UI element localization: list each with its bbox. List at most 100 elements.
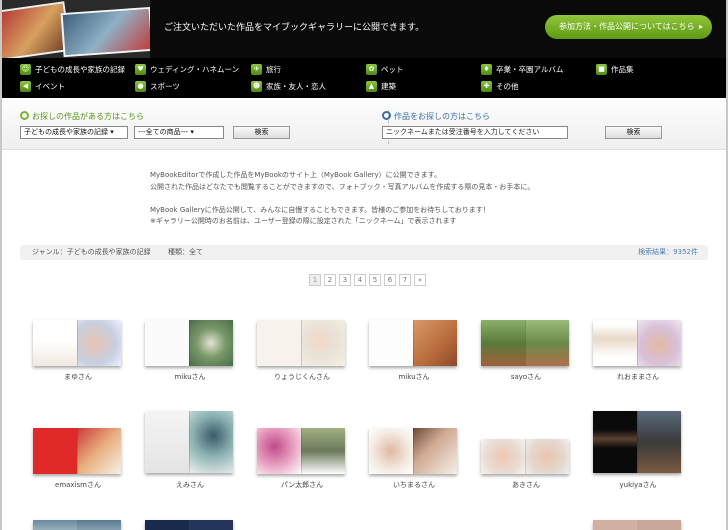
genre-label: 卒業・卒園アルバム (496, 65, 564, 74)
name-search-button[interactable]: 検索 (605, 126, 662, 139)
genre-search-title: お探しの作品がある方はこちら (20, 111, 144, 122)
author-name: まゆさん (64, 373, 92, 381)
next-page-link[interactable]: » (414, 274, 426, 286)
name-search-title-text: 作品をお探しの方はこちら (394, 112, 490, 121)
genre-label: 作品集 (611, 65, 634, 74)
genre-item-graduation[interactable]: ♦ 卒業・卒園アルバム (481, 63, 563, 77)
photobook-thumbnail[interactable] (145, 320, 233, 366)
author-name: sayoさん (510, 373, 542, 381)
how-to-participate-label: 参加方法・作品公開についてはこちら (559, 22, 695, 31)
family-icon: ☻ (251, 81, 262, 92)
author-name: れおままさん (617, 373, 659, 381)
page-2-link[interactable]: 2 (324, 274, 336, 286)
intro-line: MyBookEditorで作成した作品をMyBookのサイト上（MyBook G… (150, 171, 441, 179)
genre-search-title-text: お探しの作品がある方はこちら (32, 112, 144, 121)
genre-label: スポーツ (150, 82, 180, 91)
genre-item-travel[interactable]: ✈ 旅行 (251, 63, 281, 77)
photobook-thumbnail[interactable] (593, 520, 681, 530)
wedding-icon: ♥ (135, 64, 146, 75)
photobook-thumbnail[interactable] (593, 320, 681, 366)
result-type-label: 種類：全て (168, 248, 203, 256)
photobook-thumbnail[interactable] (593, 411, 681, 473)
author-name: mikuさん (174, 373, 206, 381)
page-6-link[interactable]: 6 (384, 274, 396, 286)
genre-item-family[interactable]: ☻ 家族・友人・恋人 (251, 80, 326, 94)
genre-label: 家族・友人・恋人 (266, 82, 326, 91)
genre-item-child[interactable]: ☺ 子どもの成長や家族の記録 (20, 63, 125, 77)
genre-label: ウェディング・ハネムーン (150, 65, 240, 74)
other-icon: ✚ (481, 81, 492, 92)
page-5-link[interactable]: 5 (369, 274, 381, 286)
photobook-thumbnail[interactable] (33, 520, 121, 530)
genre-select[interactable]: 子どもの成長や家族の記録 ▾ (20, 126, 128, 139)
author-name: いちまるさん (393, 481, 435, 489)
photobook-thumbnail[interactable] (481, 439, 569, 474)
photobook-thumbnail[interactable] (369, 428, 457, 474)
pet-icon: ✿ (366, 64, 377, 75)
photobook-thumbnail[interactable] (145, 411, 233, 473)
genre-item-portfolio[interactable]: ■ 作品集 (596, 63, 634, 77)
name-search-title: 作品をお探しの方はこちら (382, 111, 490, 122)
photobook-thumbnail[interactable] (257, 320, 345, 366)
genre-nav: ☺ 子どもの成長や家族の記録 ♥ ウェディング・ハネムーン ✈ 旅行 ✿ ペット ♦ 卒業… (2, 58, 726, 98)
intro-line: MyBook Galleryに作品公開して、みんなに自慢することもできます。皆様… (150, 205, 490, 214)
how-to-participate-button[interactable]: 参加方法・作品公開についてはこちら ▸ (545, 15, 712, 39)
product-select[interactable]: ---全ての商品--- ▾ (134, 126, 224, 139)
author-name: パン太郎さん (280, 481, 324, 489)
photobook-thumbnail[interactable] (369, 320, 457, 366)
portfolio-icon: ■ (596, 64, 607, 75)
nickname-search-input[interactable]: ニックネームまたは受注番号を入力してください (382, 126, 568, 139)
genre-label: その他 (496, 82, 519, 91)
author-name: mikuさん (398, 373, 430, 381)
child-icon: ☺ (20, 64, 31, 75)
genre-item-architecture[interactable]: ▲ 建築 (366, 80, 396, 94)
product-select-value: ---全ての商品--- (138, 128, 189, 136)
photobook-thumbnail[interactable] (257, 428, 345, 474)
result-bar: ジャンル：子どもの成長や家族の記録 種類：全て 検索結果：9352件 (20, 245, 708, 260)
genre-item-wedding[interactable]: ♥ ウェディング・ハネムーン (135, 63, 239, 77)
banner-book-right (60, 6, 150, 58)
architecture-icon: ▲ (366, 81, 377, 92)
header-banner: ご注文いただいた作品をマイブックギャラリーに公開できます。 参加方法・作品公開に… (2, 0, 726, 58)
genre-label: ペット (381, 65, 404, 74)
genre-label: 建築 (381, 82, 396, 91)
author-name: りょうじくんさん (274, 373, 330, 381)
intro-line: 公開された作品はどなたでも閲覧することができますので、フォトブック・写真アルバム… (150, 182, 535, 191)
author-name: emaxismさん (55, 481, 101, 489)
banner-photobook-image (2, 0, 150, 58)
genre-search-button[interactable]: 検索 (233, 126, 290, 139)
genre-item-event[interactable]: ◀ イベント (20, 80, 65, 94)
author-name: あきさん (512, 481, 540, 489)
genre-label: 子どもの成長や家族の記録 (35, 65, 125, 74)
intro-text: MyBookEditorで作成した作品をMyBookのサイト上（MyBook G… (150, 170, 534, 228)
search-area: お探しの作品がある方はこちら 子どもの成長や家族の記録 ▾ ---全ての商品--… (2, 100, 726, 150)
photobook-thumbnail[interactable] (33, 428, 121, 474)
genre-label: 旅行 (266, 65, 281, 74)
genre-label: イベント (35, 82, 65, 91)
result-count: 検索結果：9352件 (638, 248, 698, 256)
sports-icon: ● (135, 81, 146, 92)
photobook-thumbnail[interactable] (145, 520, 233, 530)
arrow-right-icon: ▸ (698, 22, 703, 31)
author-name: えみさん (176, 481, 204, 489)
genre-select-value: 子どもの成長や家族の記録 (24, 128, 108, 136)
page-4-link[interactable]: 4 (354, 274, 366, 286)
genre-item-sports[interactable]: ● スポーツ (135, 80, 180, 94)
intro-line: ※ギャラリー公開時のお名前は、ユーザー登録の際に設定された「ニックネーム」で表示… (150, 217, 457, 225)
travel-icon: ✈ (251, 64, 262, 75)
result-genre-label: ジャンル：子どもの成長や家族の記録 (32, 248, 151, 256)
genre-item-pet[interactable]: ✿ ペット (366, 63, 404, 77)
genre-item-other[interactable]: ✚ その他 (481, 80, 519, 94)
search-icon (382, 111, 391, 120)
author-name: yukiyaさん (619, 481, 657, 489)
page-7-link[interactable]: 7 (399, 274, 411, 286)
photobook-thumbnail[interactable] (33, 320, 121, 366)
photobook-thumbnail[interactable] (481, 320, 569, 366)
banner-message: ご注文いただいた作品をマイブックギャラリーに公開できます。 (164, 23, 425, 33)
search-icon (20, 111, 29, 120)
event-icon: ◀ (20, 81, 31, 92)
page: ご注文いただいた作品をマイブックギャラリーに公開できます。 参加方法・作品公開に… (0, 0, 728, 530)
page-3-link[interactable]: 3 (339, 274, 351, 286)
graduation-icon: ♦ (481, 64, 492, 75)
page-1-link[interactable]: 1 (309, 274, 321, 286)
